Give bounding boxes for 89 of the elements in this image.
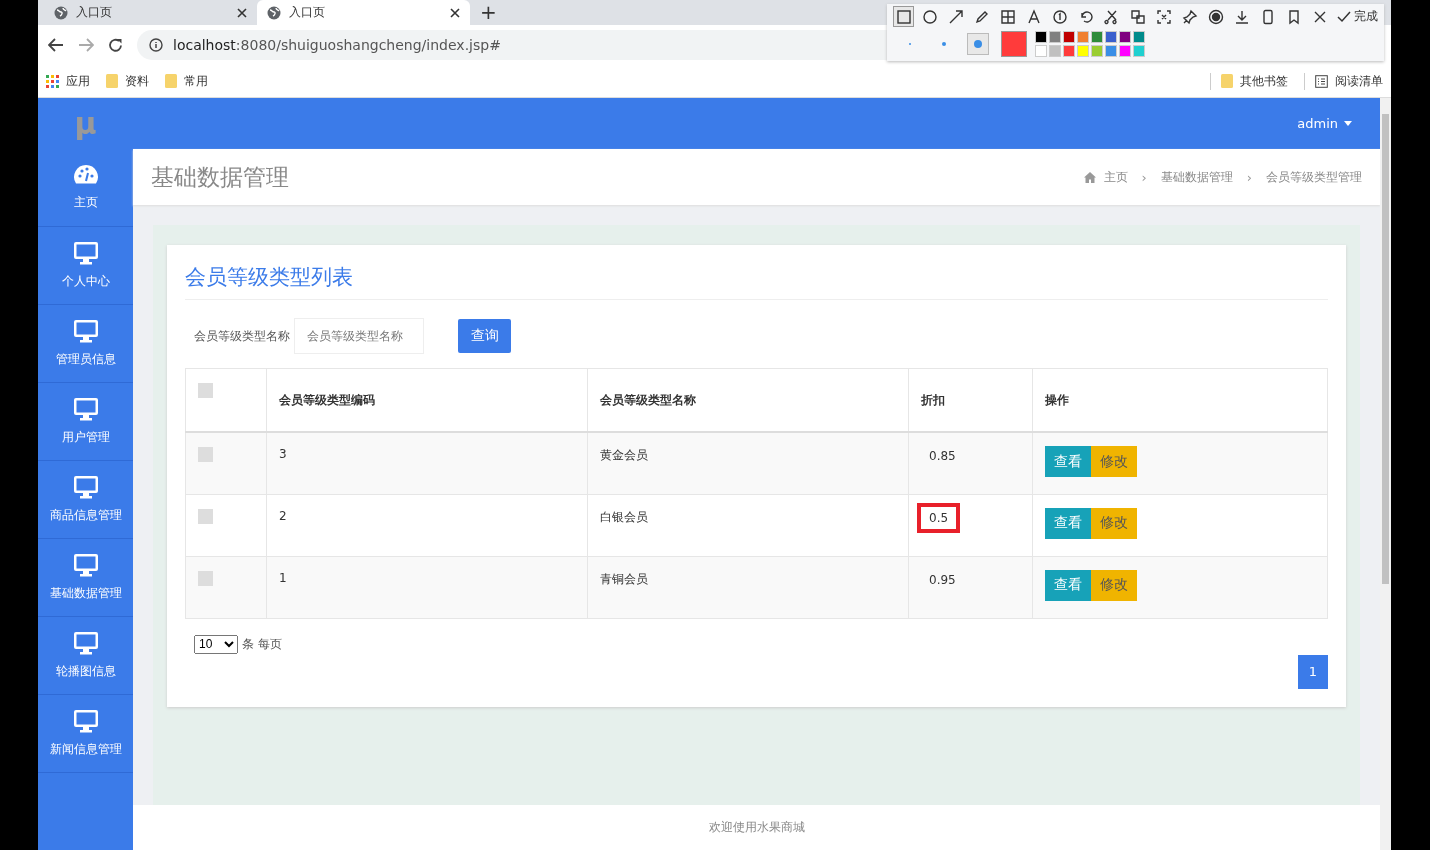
color-swatch[interactable] — [1091, 45, 1103, 57]
view-button[interactable]: 查看 — [1045, 446, 1091, 477]
folder-icon — [165, 74, 177, 88]
color-swatch[interactable] — [1035, 31, 1047, 43]
footer-text: 欢迎使用水果商城 — [708, 819, 805, 836]
tab-title: 入口页 — [76, 4, 113, 21]
color-swatch[interactable] — [1091, 31, 1103, 43]
color-swatch[interactable] — [1063, 31, 1075, 43]
home-icon — [1083, 171, 1096, 183]
forward-icon[interactable] — [78, 38, 94, 52]
table-cell: 0.5 — [917, 502, 961, 533]
caret-icon — [1344, 121, 1352, 126]
tab-title: 入口页 — [289, 4, 326, 21]
new-tab-button[interactable]: + — [470, 0, 507, 25]
view-button[interactable]: 查看 — [1045, 569, 1091, 601]
monitor-icon — [72, 397, 99, 421]
user-menu[interactable]: admin — [1297, 116, 1352, 131]
color-swatch[interactable] — [1077, 45, 1089, 57]
breadcrumb-separator: › — [1141, 169, 1147, 185]
checkbox[interactable] — [198, 383, 213, 398]
edit-button[interactable]: 修改 — [1091, 446, 1137, 477]
checkbox[interactable] — [198, 447, 213, 462]
url-text: localhost:8080/shuiguoshangcheng/index.jsp# — [173, 37, 501, 53]
color-swatch[interactable] — [1077, 31, 1089, 43]
checkbox[interactable] — [198, 570, 213, 586]
folder-icon — [106, 74, 118, 88]
page-button[interactable]: 1 — [1298, 654, 1328, 689]
per-page-label: 条 每页 — [242, 635, 282, 653]
color-swatch[interactable] — [1119, 45, 1131, 57]
table-cell-text: 0.85 — [928, 448, 957, 465]
checkbox[interactable] — [198, 508, 213, 524]
folder-icon — [1221, 74, 1233, 88]
search-button[interactable]: 查询 — [458, 319, 511, 353]
bookmark[interactable]: 资料 — [106, 72, 149, 90]
table-cell: 白银会员 — [600, 509, 648, 524]
back-icon[interactable] — [48, 38, 64, 52]
table-cell: 3 — [279, 447, 287, 461]
edit-button[interactable]: 修改 — [1091, 569, 1137, 601]
list-icon — [1315, 74, 1328, 88]
table-cell: 1 — [279, 570, 287, 585]
bookmark[interactable]: 其他书签 — [1210, 72, 1288, 90]
page-size-select[interactable]: 10 — [194, 634, 238, 654]
browser-tab[interactable]: 入口页 — [44, 0, 257, 25]
monitor-icon — [72, 319, 99, 343]
search-label: 会员等级类型名称 — [194, 327, 290, 345]
view-button[interactable]: 查看 — [1045, 507, 1091, 539]
edit-button[interactable]: 修改 — [1091, 507, 1137, 539]
monitor-icon — [72, 475, 99, 499]
apps-icon — [46, 74, 59, 88]
globe-icon — [54, 5, 68, 20]
breadcrumb-link[interactable]: 主页 — [1103, 168, 1128, 186]
color-swatch[interactable] — [1035, 45, 1047, 57]
monitor-icon — [72, 631, 99, 655]
reading-list-button[interactable]: 阅读清单 — [1304, 72, 1383, 90]
bookmark[interactable]: 常用 — [165, 72, 208, 90]
color-swatch[interactable] — [1133, 45, 1145, 57]
table-cell: 青铜会员 — [600, 571, 648, 586]
dashboard-icon — [72, 164, 99, 186]
page-title: 基础数据管理 — [151, 162, 289, 192]
close-icon[interactable] — [450, 7, 460, 18]
check-icon — [1337, 10, 1351, 23]
color-swatch[interactable] — [1133, 31, 1145, 43]
done-button[interactable]: 完成 — [1337, 8, 1378, 25]
rect-tool-icon[interactable] — [893, 6, 914, 27]
breadcrumb-separator: › — [1246, 169, 1252, 185]
close-icon[interactable] — [237, 7, 247, 18]
reload-icon[interactable] — [108, 37, 123, 53]
color-swatch[interactable] — [1049, 45, 1061, 57]
scrollbar[interactable] — [1380, 98, 1391, 850]
color-swatch[interactable] — [1119, 31, 1131, 43]
search-field[interactable]: 会员等级类型名称 — [294, 318, 424, 354]
color-swatch[interactable] — [1105, 45, 1117, 57]
bookmark[interactable]: 应用 — [46, 72, 90, 90]
browser-tab[interactable]: 入口页 — [257, 0, 470, 25]
color-swatch[interactable] — [1049, 31, 1061, 43]
globe-icon — [267, 5, 281, 20]
table-cell: 黄金会员 — [600, 448, 648, 462]
breadcrumb-link[interactable]: 基础数据管理 — [1160, 168, 1233, 186]
info-icon — [149, 38, 163, 52]
monitor-icon — [72, 241, 99, 265]
table-cell: 2 — [279, 508, 287, 523]
monitor-icon — [72, 553, 99, 577]
brush-size-option[interactable] — [967, 33, 989, 55]
table-cell-text: 0.95 — [928, 571, 957, 589]
monitor-icon — [72, 709, 99, 733]
logo: μ — [73, 105, 98, 143]
color-swatch[interactable] — [1063, 45, 1075, 57]
card-title: 会员等级类型列表 — [185, 259, 1328, 300]
color-swatch[interactable] — [1105, 31, 1117, 43]
